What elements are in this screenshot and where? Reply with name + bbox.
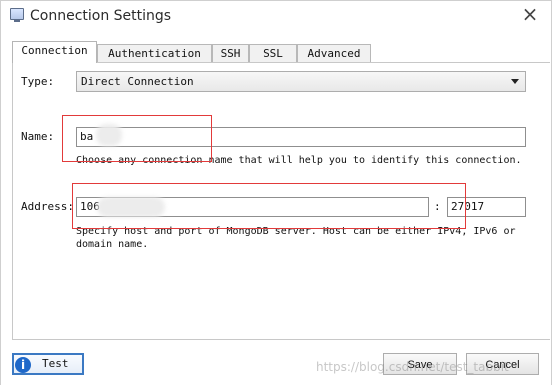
port-input[interactable]: 27017 (447, 197, 526, 217)
tab-advanced[interactable]: Advanced (297, 44, 371, 62)
tab-ssl[interactable]: SSL (249, 44, 297, 62)
cancel-button[interactable]: Cancel (466, 353, 539, 375)
name-label: Name: (21, 130, 55, 143)
address-hint: Specify host and port of MongoDB server.… (76, 225, 516, 251)
chevron-down-icon (511, 79, 519, 84)
address-hint-line-1: Specify host and port of MongoDB server.… (76, 226, 516, 237)
type-select-value: Direct Connection (81, 75, 194, 88)
tab-authentication[interactable]: Authentication (97, 44, 212, 62)
name-hint: Choose any connection name that will hel… (76, 155, 522, 166)
name-input[interactable]: ba (76, 127, 526, 147)
close-icon[interactable]: × (521, 4, 539, 24)
title-bar: Connection Settings × (1, 1, 551, 31)
type-select[interactable]: Direct Connection (76, 71, 526, 92)
host-input[interactable]: 106 (76, 197, 429, 217)
app-window-icon (10, 8, 24, 22)
save-button[interactable]: Save (383, 353, 457, 375)
address-label: Address: (21, 200, 74, 213)
tab-bar: Connection Authentication SSH SSL Advanc… (12, 41, 550, 63)
address-hint-line-2: domain name. (76, 239, 149, 250)
connection-settings-window: Connection Settings × Connection Authent… (0, 0, 552, 385)
tab-ssh[interactable]: SSH (212, 44, 249, 62)
window-title: Connection Settings (30, 8, 172, 24)
info-icon: i (15, 357, 31, 373)
test-button-label: Test (42, 357, 69, 370)
type-label: Type: (21, 75, 55, 88)
tab-connection[interactable]: Connection (12, 41, 97, 63)
port-separator: : (434, 200, 441, 213)
